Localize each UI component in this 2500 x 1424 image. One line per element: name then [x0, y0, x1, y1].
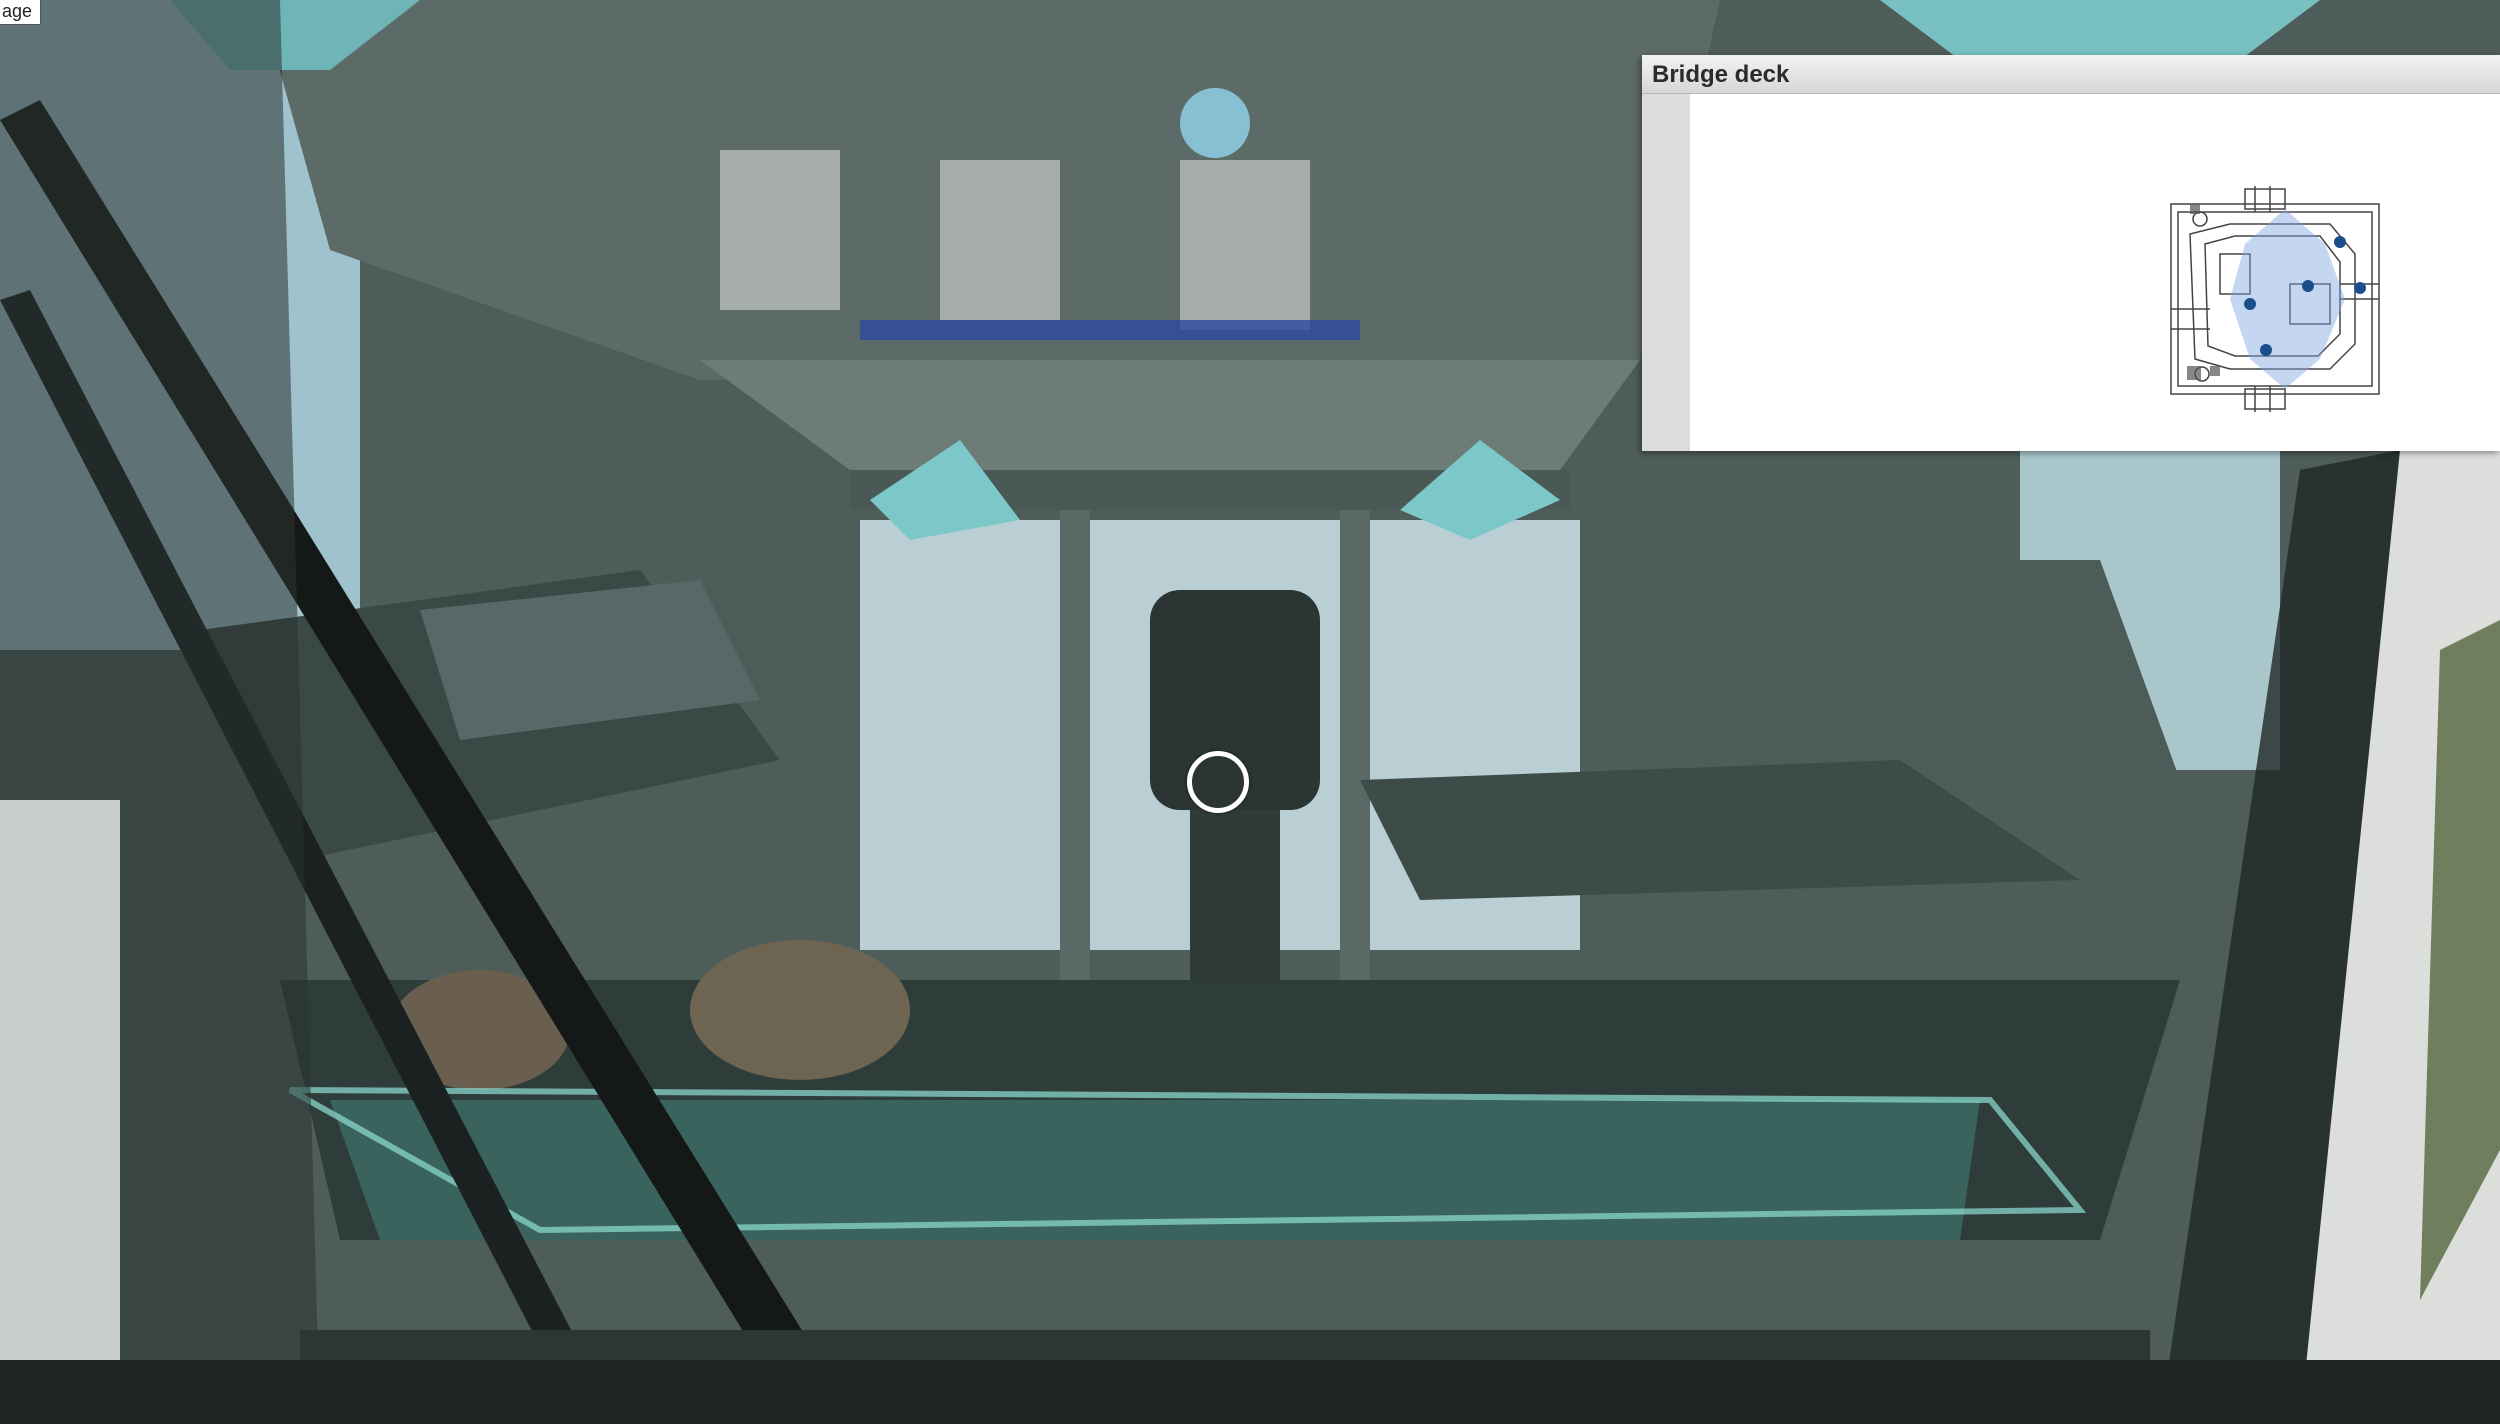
minimap-sidebar [1642, 94, 1690, 451]
minimap-header[interactable]: Bridge deck [1642, 55, 2500, 94]
panorama-viewer[interactable]: age Bridge deck [0, 0, 2500, 1424]
minimap-canvas[interactable] [1690, 94, 2500, 451]
position-marker-icon[interactable] [2354, 282, 2366, 294]
position-marker-icon[interactable] [2302, 280, 2314, 292]
floorplan-map[interactable] [1690, 94, 2500, 451]
hotspot-top-icon[interactable] [1180, 88, 1250, 158]
minimap-panel: Bridge deck [1642, 55, 2500, 451]
position-marker-icon[interactable] [2334, 236, 2346, 248]
minimap-title: Bridge deck [1652, 61, 1790, 88]
position-marker-icon[interactable] [2244, 298, 2256, 310]
position-marker-icon[interactable] [2260, 344, 2272, 356]
center-reticle-icon[interactable] [1187, 751, 1249, 813]
page-tag: age [0, 0, 42, 25]
